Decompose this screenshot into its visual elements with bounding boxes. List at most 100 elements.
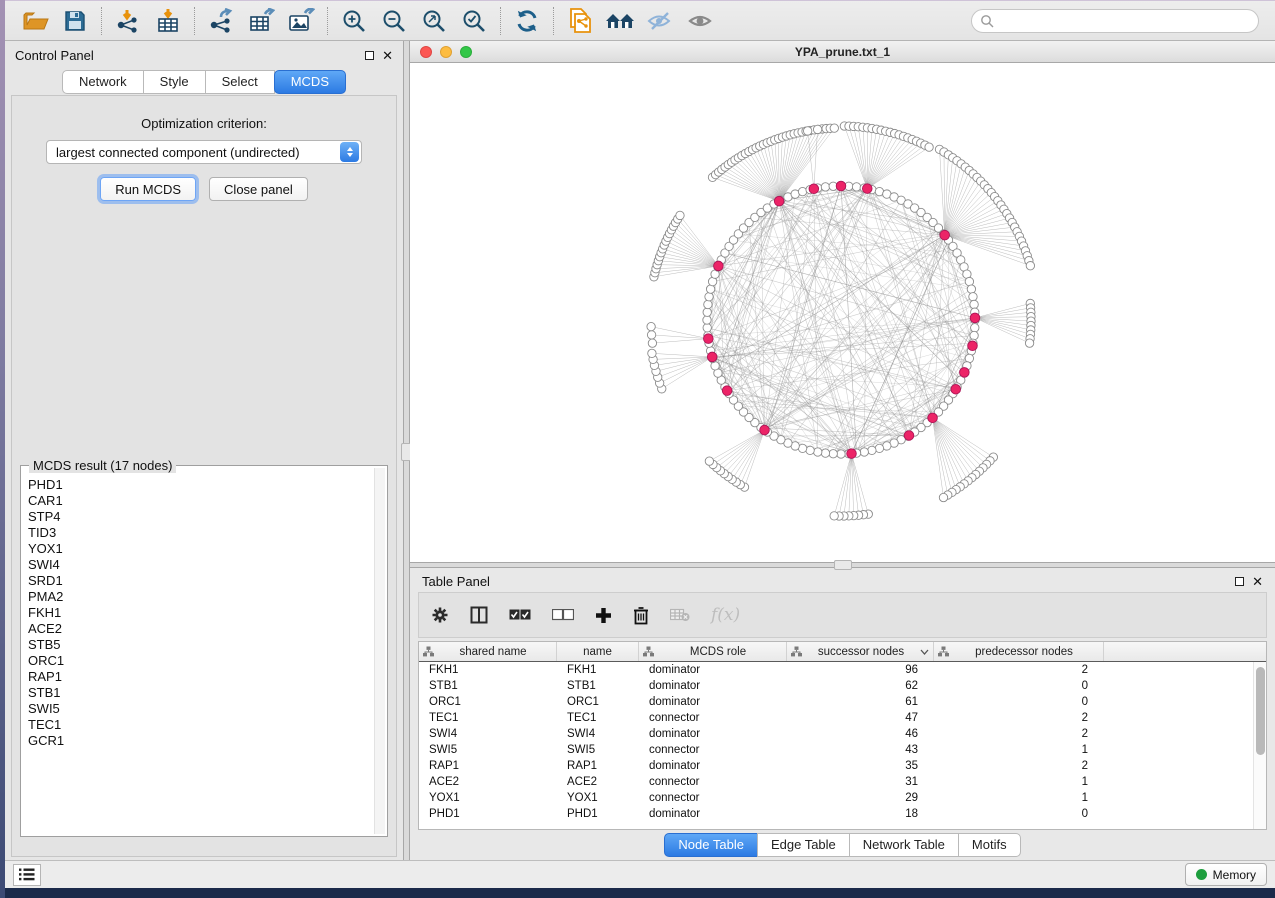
memory-button[interactable]: Memory (1185, 863, 1267, 886)
table-cell[interactable] (1104, 662, 1253, 678)
zoom-out-icon[interactable] (374, 5, 414, 37)
select-all-checkboxes-icon[interactable] (509, 609, 531, 621)
table-cell[interactable]: dominator (639, 726, 787, 742)
network-graph[interactable] (410, 63, 1272, 562)
table-cell[interactable]: dominator (639, 678, 787, 694)
mcds-result-item[interactable]: STP4 (28, 509, 374, 525)
save-session-icon[interactable] (55, 5, 95, 37)
column-header-predecessor-nodes[interactable]: predecessor nodes (934, 642, 1104, 661)
table-cell[interactable]: ORC1 (557, 694, 639, 710)
delete-columns-icon[interactable] (633, 606, 649, 625)
table-cell[interactable]: 46 (787, 726, 934, 742)
table-cell[interactable]: 1 (934, 742, 1104, 758)
zoom-fit-icon[interactable] (414, 5, 454, 37)
network-canvas[interactable] (410, 63, 1275, 562)
table-cell[interactable]: STB1 (557, 678, 639, 694)
table-cell[interactable] (1104, 806, 1253, 822)
tab-node-table[interactable]: Node Table (664, 833, 758, 857)
close-panel-icon[interactable]: ✕ (1252, 577, 1263, 586)
table-cell[interactable] (1104, 774, 1253, 790)
table-row[interactable]: ACE2ACE2connector311 (419, 774, 1253, 790)
mcds-result-item[interactable]: RAP1 (28, 669, 374, 685)
table-cell[interactable]: dominator (639, 758, 787, 774)
table-cell[interactable]: 1 (934, 790, 1104, 806)
table-cell[interactable]: RAP1 (557, 758, 639, 774)
mcds-result-item[interactable]: PHD1 (28, 477, 374, 493)
table-cell[interactable]: 2 (934, 758, 1104, 774)
mcds-result-item[interactable]: GCR1 (28, 733, 374, 749)
add-column-icon[interactable] (595, 607, 612, 624)
mcds-result-item[interactable]: FKH1 (28, 605, 374, 621)
tab-network[interactable]: Network (62, 70, 144, 94)
mcds-result-item[interactable]: TID3 (28, 525, 374, 541)
table-cell[interactable]: 18 (787, 806, 934, 822)
table-cell[interactable]: SWI5 (419, 742, 557, 758)
mcds-result-item[interactable]: SRD1 (28, 573, 374, 589)
zoom-selected-icon[interactable] (454, 5, 494, 37)
table-cell[interactable]: 2 (934, 726, 1104, 742)
tab-mcds[interactable]: MCDS (274, 70, 346, 94)
table-cell[interactable]: ORC1 (419, 694, 557, 710)
table-cell[interactable]: PHD1 (419, 806, 557, 822)
mcds-result-item[interactable]: TEC1 (28, 717, 374, 733)
mcds-result-list[interactable]: PHD1CAR1STP4TID3YOX1SWI4SRD1PMA2FKH1ACE2… (23, 468, 374, 834)
table-row[interactable]: PHD1PHD1dominator180 (419, 806, 1253, 822)
table-cell[interactable]: connector (639, 774, 787, 790)
tab-network-table[interactable]: Network Table (849, 833, 959, 857)
table-cell[interactable]: RAP1 (419, 758, 557, 774)
mcds-result-item[interactable]: SWI5 (28, 701, 374, 717)
mcds-result-item[interactable]: STB5 (28, 637, 374, 653)
table-cell[interactable]: 31 (787, 774, 934, 790)
export-table-icon[interactable] (241, 5, 281, 37)
table-cell[interactable] (1104, 726, 1253, 742)
deselect-all-checkboxes-icon[interactable] (552, 609, 574, 621)
table-cell[interactable]: 2 (934, 662, 1104, 678)
table-cell[interactable]: connector (639, 742, 787, 758)
table-cell[interactable] (1104, 758, 1253, 774)
zoom-in-icon[interactable] (334, 5, 374, 37)
column-header-mcds-role[interactable]: MCDS role (639, 642, 787, 661)
mcds-result-item[interactable]: PMA2 (28, 589, 374, 605)
table-row[interactable]: SWI4SWI4dominator462 (419, 726, 1253, 742)
table-cell[interactable]: YOX1 (419, 790, 557, 806)
mcds-result-item[interactable]: ORC1 (28, 653, 374, 669)
splitter-grip[interactable] (834, 560, 852, 570)
first-neighbors-icon[interactable] (600, 5, 640, 37)
show-all-icon[interactable] (680, 5, 720, 37)
table-cell[interactable]: 47 (787, 710, 934, 726)
table-row[interactable]: TEC1TEC1connector472 (419, 710, 1253, 726)
scrollbar-thumb[interactable] (1256, 667, 1265, 755)
export-image-icon[interactable] (281, 5, 321, 37)
table-cell[interactable]: FKH1 (419, 662, 557, 678)
hide-selected-icon[interactable] (640, 5, 680, 37)
mcds-result-item[interactable]: ACE2 (28, 621, 374, 637)
table-row[interactable]: ORC1ORC1dominator610 (419, 694, 1253, 710)
import-table-icon[interactable] (148, 5, 188, 37)
criterion-dropdown[interactable]: largest connected component (undirected) (46, 140, 362, 164)
refresh-view-icon[interactable] (507, 5, 547, 37)
mcds-result-scrollbar[interactable] (374, 468, 385, 834)
table-cell[interactable]: 0 (934, 678, 1104, 694)
column-header-shared-name[interactable]: shared name (419, 642, 557, 661)
table-row[interactable]: YOX1YOX1connector291 (419, 790, 1253, 806)
export-network-icon[interactable] (201, 5, 241, 37)
tab-style[interactable]: Style (143, 70, 206, 94)
table-cell[interactable]: YOX1 (557, 790, 639, 806)
open-file-icon[interactable] (15, 5, 55, 37)
table-cell[interactable]: ACE2 (419, 774, 557, 790)
mcds-result-item[interactable]: STB1 (28, 685, 374, 701)
table-cell[interactable]: SWI5 (557, 742, 639, 758)
float-panel-icon[interactable] (365, 51, 374, 60)
table-cell[interactable] (1104, 694, 1253, 710)
table-cell[interactable]: 0 (934, 694, 1104, 710)
table-cell[interactable]: SWI4 (419, 726, 557, 742)
table-scrollbar[interactable] (1253, 662, 1266, 829)
table-cell[interactable]: dominator (639, 806, 787, 822)
table-cell[interactable]: STB1 (419, 678, 557, 694)
table-row[interactable]: RAP1RAP1dominator352 (419, 758, 1253, 774)
mcds-result-item[interactable]: CAR1 (28, 493, 374, 509)
tab-motifs[interactable]: Motifs (958, 833, 1021, 857)
table-row[interactable]: SWI5SWI5connector431 (419, 742, 1253, 758)
table-cell[interactable]: PHD1 (557, 806, 639, 822)
table-cell[interactable]: 61 (787, 694, 934, 710)
